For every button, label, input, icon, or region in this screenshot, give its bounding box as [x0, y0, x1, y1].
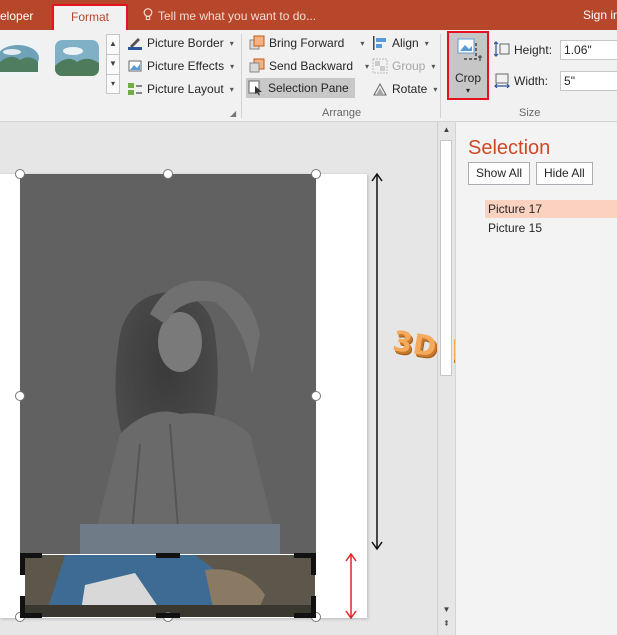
- tell-me-placeholder: Tell me what you want to do...: [158, 9, 317, 23]
- chevron-down-icon: ▾: [433, 84, 438, 94]
- ribbon: ▲ ▼ ▾ Picture Border ▾ Picture Effects ▾…: [0, 30, 617, 122]
- tell-me-box[interactable]: Tell me what you want to do...: [143, 8, 316, 24]
- ribbon-divider: [440, 34, 441, 118]
- crop-handle-top-right[interactable]: [311, 553, 316, 575]
- resize-handle[interactable]: [15, 391, 25, 401]
- pencil-border-icon: [127, 35, 143, 51]
- tab-developer[interactable]: eloper: [0, 9, 33, 23]
- width-label: Width:: [514, 74, 549, 88]
- picture-style-thumb-2[interactable]: [55, 40, 99, 76]
- group-icon: [372, 58, 388, 74]
- picture-effects-label: Picture Effects: [147, 59, 225, 73]
- gallery-scrollbar[interactable]: ▲ ▼ ▾: [106, 34, 120, 94]
- selection-pane: Selection Show All Hide All Picture 17 P…: [455, 122, 617, 635]
- scroll-down-icon[interactable]: ▼: [438, 605, 455, 614]
- crop-handle-bottom-right[interactable]: [311, 596, 316, 618]
- chevron-down-icon: ▾: [229, 38, 234, 48]
- picture-layout-icon: [127, 81, 143, 97]
- crop-icon: [456, 37, 482, 68]
- tab-format[interactable]: Format: [52, 4, 128, 30]
- resize-handle[interactable]: [163, 169, 173, 179]
- picture-border-label: Picture Border: [147, 36, 224, 50]
- picture-layout-label: Picture Layout: [147, 82, 224, 96]
- bring-forward-label: Bring Forward: [269, 36, 345, 50]
- height-dimension-arrow: [370, 172, 384, 555]
- bring-forward-button[interactable]: Bring Forward ▾: [249, 33, 364, 53]
- crop-handle-top-mid[interactable]: [156, 553, 180, 558]
- bring-forward-icon: [249, 35, 265, 51]
- align-button[interactable]: Align ▾: [372, 33, 429, 53]
- picture-effects-button[interactable]: Picture Effects ▾: [127, 56, 234, 76]
- crop-handle-bottom-mid[interactable]: [156, 613, 180, 618]
- resize-handle[interactable]: [311, 391, 321, 401]
- height-row: Height:: [493, 40, 617, 60]
- gallery-up-icon[interactable]: ▲: [107, 35, 119, 55]
- send-backward-label: Send Backward: [269, 59, 354, 73]
- chevron-down-icon: ▾: [465, 86, 470, 95]
- selection-pane-label: Selection Pane: [268, 81, 349, 95]
- send-backward-button[interactable]: Send Backward ▾: [249, 56, 369, 76]
- height-label: Height:: [514, 43, 553, 57]
- picture-border-button[interactable]: Picture Border ▾: [127, 33, 234, 53]
- height-input[interactable]: [560, 40, 617, 60]
- chevron-down-icon: ▾: [431, 61, 436, 71]
- group-button[interactable]: Group ▾: [372, 56, 435, 76]
- picture-layout-button[interactable]: Picture Layout ▾: [127, 79, 234, 99]
- crop-label: Crop: [454, 71, 481, 85]
- selection-pane-button[interactable]: Selection Pane: [246, 78, 355, 98]
- sign-in-link[interactable]: Sign in: [583, 8, 617, 22]
- resize-handle[interactable]: [311, 169, 321, 179]
- width-input[interactable]: [560, 71, 617, 91]
- rotate-icon: [372, 81, 388, 97]
- picture-17-grayscale[interactable]: [20, 174, 316, 554]
- picture-style-thumb-1[interactable]: [0, 40, 40, 76]
- size-group-label: Size: [519, 107, 541, 119]
- previous-slide-icon[interactable]: ⇞: [438, 619, 455, 628]
- scroll-up-icon[interactable]: ▲: [438, 125, 455, 134]
- chevron-down-icon: ▾: [360, 38, 365, 48]
- crop-handle-bottom-left[interactable]: [20, 596, 25, 618]
- selection-item-picture-15[interactable]: Picture 15: [485, 219, 617, 237]
- rotate-label: Rotate: [392, 82, 428, 96]
- gallery-more-icon[interactable]: ▾: [107, 75, 119, 95]
- arrange-group-label: Arrange: [322, 107, 362, 119]
- width-icon: [494, 72, 510, 91]
- show-all-button[interactable]: Show All: [468, 162, 531, 185]
- lightbulb-icon: [143, 8, 153, 24]
- picture-15-cropped-strip[interactable]: [25, 555, 315, 617]
- align-label: Align: [392, 36, 419, 50]
- rotate-button[interactable]: Rotate ▾: [372, 79, 437, 99]
- resize-handle[interactable]: [15, 169, 25, 179]
- ribbon-divider: [241, 34, 242, 118]
- gallery-down-icon[interactable]: ▼: [107, 55, 119, 75]
- scrollbar-thumb[interactable]: [440, 140, 452, 376]
- align-icon: [372, 35, 388, 51]
- selection-item-picture-17[interactable]: Picture 17: [485, 200, 617, 218]
- crop-height-arrow: [344, 552, 358, 623]
- crop-button[interactable]: Crop ▾: [447, 31, 489, 100]
- slide-vertical-scrollbar[interactable]: ▲ ▼ ⇞: [437, 122, 454, 635]
- dialog-launcher-icon[interactable]: ◢: [230, 109, 236, 118]
- chevron-down-icon: ▾: [229, 84, 234, 94]
- crop-handle-top-left[interactable]: [20, 553, 25, 575]
- send-backward-icon: [249, 58, 265, 74]
- chevron-down-icon: ▾: [230, 61, 235, 71]
- width-row: Width:: [494, 71, 617, 91]
- group-label: Group: [392, 59, 426, 73]
- ribbon-tab-bar: eloper Format Tell me what you want to d…: [0, 0, 617, 30]
- selection-pane-title: Selection: [468, 137, 551, 159]
- height-icon: [493, 40, 510, 60]
- chevron-down-icon: ▾: [424, 38, 429, 48]
- selection-pane-icon: [248, 80, 264, 96]
- picture-effects-icon: [127, 58, 143, 74]
- chevron-down-icon: ▾: [365, 61, 370, 71]
- hide-all-button[interactable]: Hide All: [536, 162, 593, 185]
- slide-canvas[interactable]: 3D Effect: [0, 122, 548, 635]
